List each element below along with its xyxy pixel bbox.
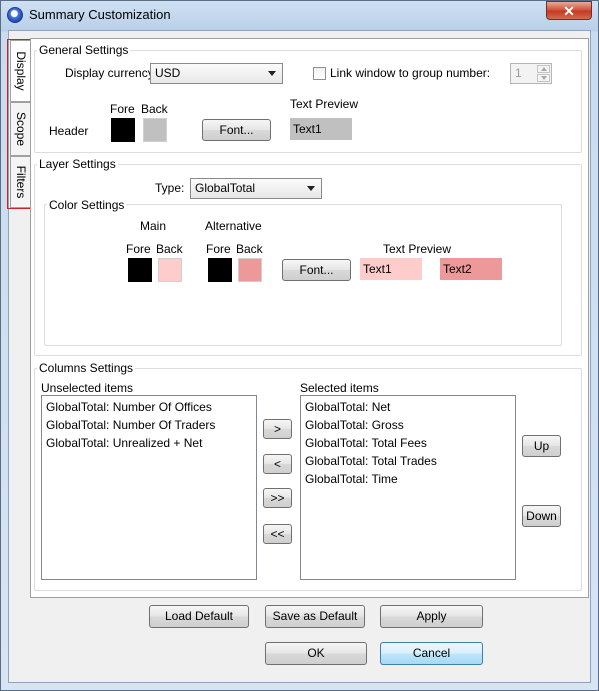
link-window-checkbox[interactable] — [313, 67, 326, 80]
header-back-label: Back — [141, 102, 168, 116]
list-item[interactable]: GlobalTotal: Total Fees — [301, 434, 515, 452]
display-currency-label: Display currency: — [65, 66, 158, 80]
main-text-preview: Text1 — [360, 258, 422, 280]
load-default-button[interactable]: Load Default — [149, 605, 249, 628]
alt-back-swatch[interactable] — [238, 258, 262, 282]
unselected-items-label: Unselected items — [41, 381, 134, 395]
header-fore-label: Fore — [110, 102, 135, 116]
tab-highlight — [7, 39, 32, 209]
alt-fore-label: Fore — [206, 242, 231, 256]
remove-all-button[interactable]: << — [263, 524, 292, 544]
unselected-items-list[interactable]: GlobalTotal: Number Of Offices GlobalTot… — [41, 395, 257, 580]
layer-text-preview-label: Text Preview — [383, 242, 452, 256]
header-text-preview: Text1 — [290, 118, 352, 140]
layer-type-label: Type: — [155, 181, 185, 195]
color-settings-title: Color Settings — [47, 198, 127, 212]
move-down-button[interactable]: Down — [522, 505, 561, 527]
group-number-value: 1 — [515, 66, 522, 80]
title-bar[interactable]: Summary Customization ✕ — [0, 0, 599, 30]
header-label: Header — [49, 124, 89, 138]
add-all-button[interactable]: >> — [263, 488, 292, 508]
main-colors-label: Main — [140, 219, 167, 233]
alt-fore-swatch[interactable] — [208, 258, 232, 282]
list-item[interactable]: GlobalTotal: Number Of Offices — [42, 398, 256, 416]
main-fore-swatch[interactable] — [128, 258, 152, 282]
link-window-label: Link window to group number: — [330, 66, 491, 80]
layer-type-select[interactable]: GlobalTotal — [190, 178, 322, 199]
layer-settings-title: Layer Settings — [37, 157, 118, 171]
save-as-default-button[interactable]: Save as Default — [265, 605, 365, 628]
list-item[interactable]: GlobalTotal: Gross — [301, 416, 515, 434]
window-title: Summary Customization — [29, 7, 171, 22]
ok-button[interactable]: OK — [265, 642, 367, 665]
general-settings-title: General Settings — [37, 43, 131, 57]
close-button[interactable]: ✕ — [546, 1, 592, 20]
main-back-swatch[interactable] — [158, 258, 182, 282]
display-currency-select[interactable]: USD — [150, 63, 283, 84]
app-icon — [7, 7, 23, 23]
list-item[interactable]: GlobalTotal: Number Of Traders — [42, 416, 256, 434]
layer-type-value: GlobalTotal — [195, 181, 256, 195]
main-back-label: Back — [156, 242, 183, 256]
layer-font-button[interactable]: Font... — [282, 259, 351, 281]
chevron-down-icon — [307, 186, 315, 191]
header-back-swatch[interactable] — [143, 118, 167, 142]
spin-down-button[interactable] — [537, 74, 550, 82]
alt-back-label: Back — [236, 242, 263, 256]
main-fore-label: Fore — [126, 242, 151, 256]
group-number-spinner[interactable]: 1 — [510, 63, 552, 84]
selected-items-list[interactable]: GlobalTotal: Net GlobalTotal: Gross Glob… — [300, 395, 516, 580]
spin-up-icon — [541, 67, 547, 71]
move-up-button[interactable]: Up — [522, 435, 561, 457]
remove-item-button[interactable]: < — [263, 454, 292, 474]
alt-text-preview: Text2 — [440, 258, 502, 280]
columns-settings-title: Columns Settings — [37, 361, 136, 375]
alternative-colors-label: Alternative — [205, 219, 262, 233]
general-text-preview-label: Text Preview — [290, 97, 359, 111]
selected-items-label: Selected items — [300, 381, 379, 395]
list-item[interactable]: GlobalTotal: Time — [301, 470, 515, 488]
list-item[interactable]: GlobalTotal: Total Trades — [301, 452, 515, 470]
header-font-button[interactable]: Font... — [202, 119, 271, 141]
header-fore-swatch[interactable] — [111, 118, 135, 142]
chevron-down-icon — [268, 71, 276, 76]
apply-button[interactable]: Apply — [380, 605, 483, 628]
list-item[interactable]: GlobalTotal: Unrealized + Net — [42, 434, 256, 452]
cancel-button[interactable]: Cancel — [380, 642, 483, 665]
spin-up-button[interactable] — [537, 65, 550, 73]
spin-down-icon — [541, 76, 547, 80]
add-item-button[interactable]: > — [263, 419, 292, 439]
display-currency-value: USD — [155, 66, 181, 80]
list-item[interactable]: GlobalTotal: Net — [301, 398, 515, 416]
